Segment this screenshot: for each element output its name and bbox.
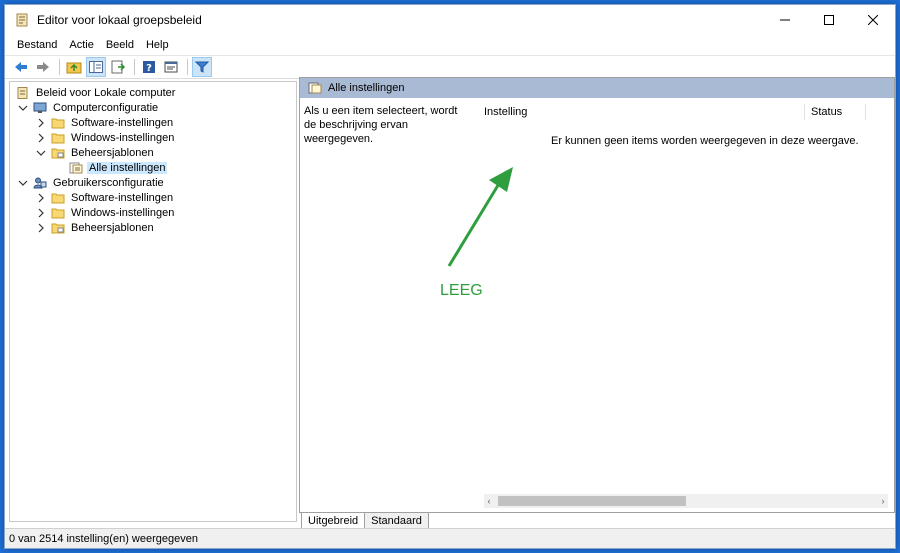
- toolbar-separator: [187, 59, 188, 75]
- details-pane: Alle instellingen Als u een item selecte…: [299, 77, 895, 513]
- chevron-right-icon: [38, 193, 44, 202]
- tab-uitgebreid[interactable]: Uitgebreid: [301, 513, 366, 529]
- view-tabs: Uitgebreid Standaard: [301, 513, 429, 529]
- tree-label: Software-instellingen: [71, 116, 174, 129]
- scroll-right-icon[interactable]: ›: [878, 494, 888, 508]
- user-icon: [33, 177, 47, 188]
- tree-item-software-instellingen[interactable]: Software-instellingen: [36, 190, 175, 205]
- back-icon: [15, 62, 27, 72]
- menu-actie[interactable]: Actie: [63, 39, 99, 51]
- tab-standaard[interactable]: Standaard: [364, 513, 429, 529]
- chevron-down-icon: [36, 150, 46, 156]
- tree-item-alle-instellingen[interactable]: Alle instellingen: [69, 160, 168, 175]
- tree-item-software-instellingen[interactable]: Software-instellingen: [36, 115, 175, 130]
- back-button[interactable]: [11, 57, 31, 77]
- up-folder-icon: [66, 62, 82, 74]
- tree-item-windows-instellingen[interactable]: Windows-instellingen: [36, 130, 176, 145]
- scroll-left-icon[interactable]: ‹: [484, 494, 494, 508]
- description-text: Als u een item selecteert, wordt de besc…: [304, 105, 458, 145]
- export-list-button[interactable]: [108, 57, 128, 77]
- properties-button[interactable]: [161, 57, 181, 77]
- policy-document-icon: [16, 13, 28, 27]
- tree-item-beheersjablonen[interactable]: Beheersjablonen: [36, 145, 156, 160]
- column-header-instelling[interactable]: Instelling: [484, 104, 527, 120]
- settings-list[interactable]: Instelling Status Er kunnen geen items w…: [474, 98, 894, 512]
- scrollbar-thumb[interactable]: [498, 496, 686, 506]
- status-bar: 0 van 2514 instelling(en) weergegeven: [5, 528, 895, 548]
- chevron-right-icon: [38, 208, 44, 217]
- tree-label: Software-instellingen: [71, 191, 174, 204]
- properties-icon: [164, 61, 178, 73]
- maximize-button[interactable]: [807, 5, 851, 35]
- folder-icon: [51, 133, 65, 143]
- settings-page-icon: [69, 162, 83, 173]
- folder-icon: [51, 193, 65, 203]
- menu-beeld[interactable]: Beeld: [100, 39, 140, 51]
- tree-label: Beheersjablonen: [71, 146, 154, 159]
- up-folder-button[interactable]: [64, 57, 84, 77]
- chevron-right-icon: [38, 223, 44, 232]
- tree-item-beheersjablonen[interactable]: Beheersjablonen: [36, 220, 156, 235]
- chevron-down-icon: [18, 105, 28, 111]
- export-list-icon: [111, 60, 125, 74]
- close-icon: [868, 15, 878, 25]
- menu-help[interactable]: Help: [140, 39, 175, 51]
- tree-label: Gebruikersconfiguratie: [53, 176, 164, 189]
- show-hide-tree-icon: [89, 61, 103, 73]
- settings-page-icon: [308, 82, 322, 94]
- tree-label: Beheersjablonen: [71, 221, 154, 234]
- folder-icon: [51, 223, 65, 233]
- tree-label: Windows-instellingen: [71, 206, 175, 219]
- computer-icon: [33, 102, 47, 113]
- tree-item-computerconfiguratie[interactable]: Computerconfiguratie: [18, 100, 160, 115]
- menu-bar: Bestand Actie Beeld Help: [5, 35, 895, 55]
- chevron-right-icon: [38, 118, 44, 127]
- navigation-tree: Beleid voor Lokale computer Computerconf…: [9, 81, 297, 522]
- gpedit-window: Editor voor lokaal groepsbeleid Bestand …: [4, 4, 896, 549]
- folder-icon: [51, 208, 65, 218]
- folder-icon: [51, 148, 65, 158]
- tree-item-windows-instellingen[interactable]: Windows-instellingen: [36, 205, 176, 220]
- window-title: Editor voor lokaal groepsbeleid: [37, 13, 202, 27]
- pane-header-title: Alle instellingen: [328, 82, 405, 94]
- tree-label: Windows-instellingen: [71, 131, 175, 144]
- help-button[interactable]: ?: [139, 57, 159, 77]
- forward-button[interactable]: [33, 57, 53, 77]
- folder-icon: [51, 118, 65, 128]
- policy-document-icon: [17, 86, 28, 99]
- close-button[interactable]: [851, 5, 895, 35]
- horizontal-scrollbar[interactable]: ‹ ›: [484, 494, 888, 508]
- menu-bestand[interactable]: Bestand: [11, 39, 63, 51]
- svg-text:?: ?: [146, 63, 152, 74]
- tree-label: Beleid voor Lokale computer: [36, 86, 176, 99]
- minimize-icon: [780, 19, 790, 21]
- chevron-down-icon: [18, 180, 28, 186]
- forward-icon: [37, 62, 49, 72]
- annotation-label: LEEG: [440, 282, 483, 299]
- filter-icon: [195, 61, 209, 73]
- show-hide-tree-button[interactable]: [86, 57, 106, 77]
- tree-item-gebruikersconfiguratie[interactable]: Gebruikersconfiguratie: [18, 175, 166, 190]
- toolbar: ?: [5, 55, 895, 79]
- empty-message: Er kunnen geen items worden weergegeven …: [551, 135, 859, 147]
- title-bar[interactable]: Editor voor lokaal groepsbeleid: [5, 5, 895, 35]
- tree-root[interactable]: Beleid voor Lokale computer: [16, 85, 177, 100]
- tree-label: Computerconfiguratie: [53, 101, 159, 114]
- toolbar-separator: [134, 59, 135, 75]
- column-header-status[interactable]: Status: [804, 104, 866, 120]
- tree-label: Alle instellingen: [87, 161, 168, 174]
- toolbar-separator: [59, 59, 60, 75]
- pane-header: Alle instellingen: [300, 78, 894, 98]
- minimize-button[interactable]: [763, 5, 807, 35]
- help-icon: ?: [143, 61, 155, 74]
- maximize-icon: [824, 15, 834, 25]
- chevron-right-icon: [38, 133, 44, 142]
- filter-button[interactable]: [192, 57, 212, 77]
- status-text: 0 van 2514 instelling(en) weergegeven: [9, 532, 198, 545]
